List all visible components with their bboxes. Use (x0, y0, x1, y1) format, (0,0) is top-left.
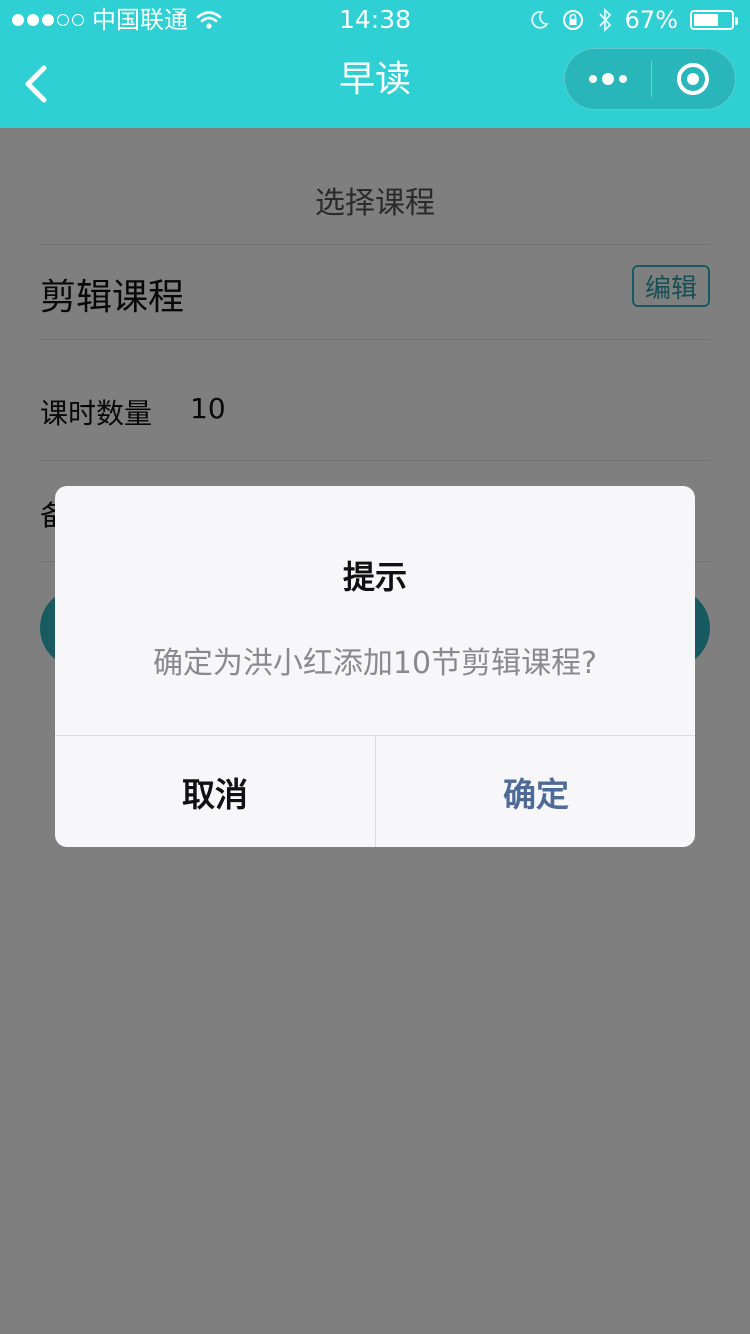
more-dots-icon (588, 73, 627, 85)
status-bar: 中国联通 14:38 67% (0, 0, 750, 40)
confirm-dialog: 提示 确定为洪小红添加10节剪辑课程? 取消 确定 (55, 486, 695, 847)
battery-fill (694, 14, 719, 26)
dialog-message: 确定为洪小红添加10节剪辑课程? (152, 646, 598, 681)
rotation-lock-icon (562, 10, 583, 30)
battery-icon (690, 10, 738, 30)
close-mini-program-button[interactable] (652, 49, 736, 109)
mini-program-capsule (564, 48, 736, 110)
bluetooth-icon (598, 7, 611, 33)
nav-bar: 早读 (0, 40, 750, 128)
moon-icon (530, 10, 549, 29)
header: 中国联通 14:38 67% 早读 (0, 0, 750, 128)
more-button[interactable] (565, 49, 651, 109)
target-circle-icon (677, 63, 710, 95)
battery-percent: 67% (624, 6, 678, 34)
confirm-button[interactable]: 确定 (376, 736, 695, 847)
cancel-button[interactable]: 取消 (55, 736, 375, 847)
status-right: 67% (529, 0, 738, 40)
dialog-title: 提示 (342, 558, 407, 596)
